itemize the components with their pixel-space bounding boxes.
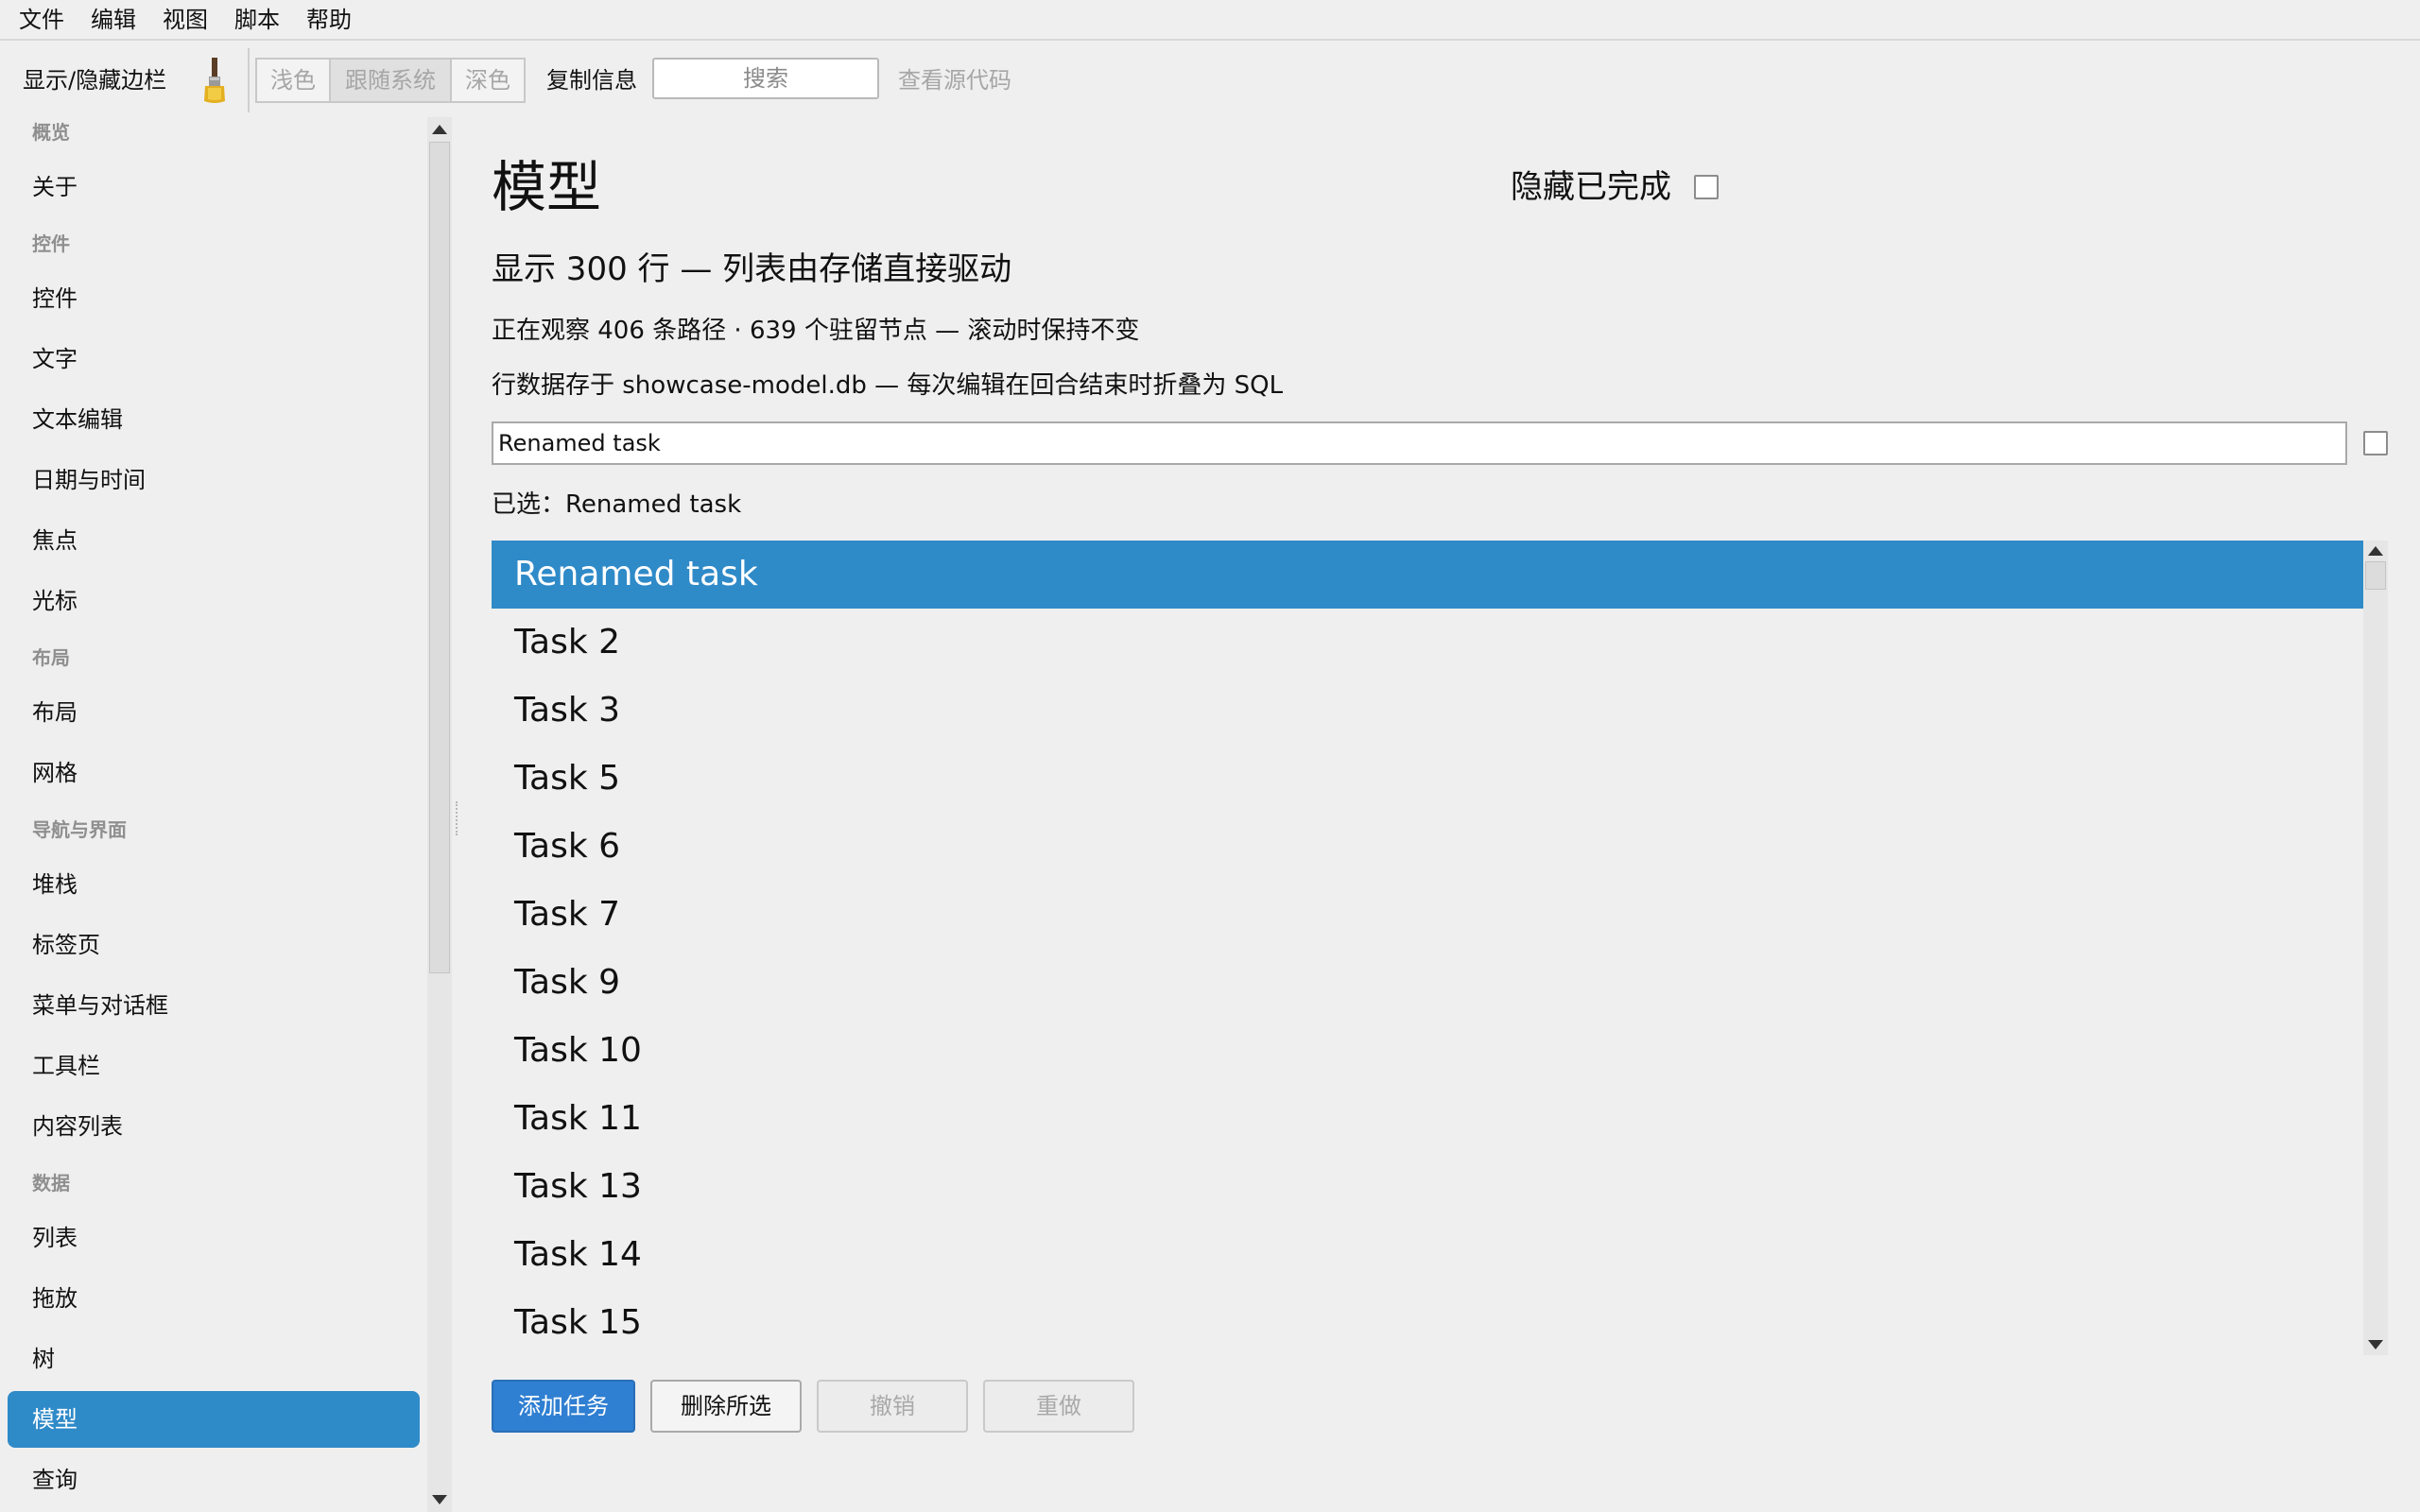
scroll-down-icon[interactable] xyxy=(2368,1340,2383,1349)
sidebar-item-toolbar[interactable]: 工具栏 xyxy=(32,1047,100,1085)
paintbrush-icon[interactable] xyxy=(200,56,229,105)
menu-view[interactable]: 视图 xyxy=(163,4,208,36)
sidebar-section-navigation: 导航与界面 xyxy=(32,818,127,841)
menu-help[interactable]: 帮助 xyxy=(306,4,352,36)
list-item-label: Task 11 xyxy=(514,1099,642,1138)
observe-info: 正在观察 406 条路径 · 639 个驻留节点 — 滚动时保持不变 xyxy=(492,317,1140,345)
list-item-label: Task 5 xyxy=(514,759,621,798)
list-item-label: Task 6 xyxy=(514,827,621,866)
list-item[interactable]: Task 7 xyxy=(492,881,2363,949)
db-info: 行数据存于 showcase-model.db — 每次编辑在回合结束时折叠为 … xyxy=(492,371,1284,400)
theme-light-button[interactable]: 浅色 xyxy=(255,58,331,103)
sidebar-section-layout: 布局 xyxy=(32,646,70,669)
list-item[interactable]: Task 9 xyxy=(492,949,2363,1017)
list-item-label: Task 13 xyxy=(514,1167,642,1206)
list-item-label: Task 3 xyxy=(514,691,621,730)
undo-button[interactable]: 撤销 xyxy=(817,1380,968,1433)
sidebar-item-cursor[interactable]: 光标 xyxy=(32,582,78,620)
sidebar-item-focus[interactable]: 焦点 xyxy=(32,522,78,559)
sidebar-item-drag-drop[interactable]: 拖放 xyxy=(32,1280,78,1317)
list-item-label: Renamed task xyxy=(514,555,758,593)
sidebar-scroll-thumb[interactable] xyxy=(429,142,450,973)
sidebar-item-grid[interactable]: 网格 xyxy=(32,754,78,792)
list-item[interactable]: Task 11 xyxy=(492,1085,2363,1153)
list-item[interactable]: Renamed task xyxy=(492,541,2363,609)
view-source-button[interactable]: 查看源代码 xyxy=(898,63,1011,97)
scroll-up-icon[interactable] xyxy=(432,125,447,134)
theme-dark-button[interactable]: 深色 xyxy=(450,58,526,103)
sidebar-item-controls[interactable]: 控件 xyxy=(32,280,78,318)
task-list-scrollbar[interactable] xyxy=(2363,541,2388,1355)
list-item[interactable]: Task 6 xyxy=(492,813,2363,881)
scroll-up-icon[interactable] xyxy=(2368,546,2383,556)
sidebar-item-layout[interactable]: 布局 xyxy=(32,694,78,731)
hide-completed-checkbox[interactable] xyxy=(1694,175,1719,199)
list-item[interactable]: Task 10 xyxy=(492,1017,2363,1085)
task-done-checkbox[interactable] xyxy=(2363,431,2388,455)
sidebar-item-query[interactable]: 查询 xyxy=(32,1461,78,1499)
sidebar-section-overview: 概览 xyxy=(32,121,70,144)
list-item-label: Task 7 xyxy=(514,895,621,934)
sidebar-section-controls: 控件 xyxy=(32,232,70,255)
sidebar-item-list[interactable]: 列表 xyxy=(32,1219,78,1257)
sidebar-item-model-label: 模型 xyxy=(32,1406,78,1433)
copy-info-button[interactable]: 复制信息 xyxy=(546,63,637,97)
menu-edit[interactable]: 编辑 xyxy=(91,4,136,36)
list-item-label: Task 10 xyxy=(514,1031,642,1070)
list-item[interactable]: Task 14 xyxy=(492,1221,2363,1289)
menubar: 文件 编辑 视图 脚本 帮助 xyxy=(0,0,2420,41)
sidebar-item-tree[interactable]: 树 xyxy=(32,1340,55,1378)
sidebar-item-menus-dialogs[interactable]: 菜单与对话框 xyxy=(32,987,168,1024)
sidebar-item-text[interactable]: 文字 xyxy=(32,340,78,378)
toolbar: 显示/隐藏边栏 浅色 跟随系统 深色 复制信息 查看源代码 xyxy=(0,43,2420,120)
search-input[interactable] xyxy=(652,58,879,99)
theme-system-button[interactable]: 跟随系统 xyxy=(329,58,452,103)
list-item[interactable]: Task 5 xyxy=(492,745,2363,813)
rows-subtitle: 显示 300 行 — 列表由存储直接驱动 xyxy=(492,250,1012,288)
sidebar: 概览 关于 控件 控件 文字 文本编辑 日期与时间 焦点 光标 布局 布局 网格… xyxy=(0,117,427,1512)
toolbar-separator xyxy=(248,48,250,112)
list-item-label: Task 9 xyxy=(514,963,621,1002)
redo-button[interactable]: 重做 xyxy=(983,1380,1134,1433)
sidebar-item-content-list[interactable]: 内容列表 xyxy=(32,1108,123,1145)
list-item-label: Task 15 xyxy=(514,1303,642,1342)
sidebar-item-stack[interactable]: 堆栈 xyxy=(32,866,78,903)
menu-file[interactable]: 文件 xyxy=(19,4,64,36)
add-task-button[interactable]: 添加任务 xyxy=(492,1380,635,1433)
list-item[interactable]: Task 15 xyxy=(492,1289,2363,1355)
list-item-label: Task 2 xyxy=(514,623,621,662)
task-list-scroll-thumb[interactable] xyxy=(2365,561,2386,590)
delete-selected-button[interactable]: 删除所选 xyxy=(650,1380,802,1433)
list-item[interactable]: Task 13 xyxy=(492,1153,2363,1221)
menu-script[interactable]: 脚本 xyxy=(234,4,280,36)
sidebar-item-tabs[interactable]: 标签页 xyxy=(32,926,100,964)
sidebar-scrollbar[interactable] xyxy=(427,117,452,1512)
sidebar-section-data: 数据 xyxy=(32,1172,70,1194)
list-item[interactable]: Task 3 xyxy=(492,677,2363,745)
scroll-down-icon[interactable] xyxy=(432,1495,447,1504)
sidebar-item-about[interactable]: 关于 xyxy=(32,168,78,206)
task-list: Renamed task Task 2 Task 3 Task 5 Task 6… xyxy=(492,541,2363,1355)
task-name-input[interactable] xyxy=(492,421,2347,465)
hide-completed-label: 隐藏已完成 xyxy=(1511,168,1671,206)
sidebar-item-text-edit[interactable]: 文本编辑 xyxy=(32,401,123,438)
toggle-sidebar-button[interactable]: 显示/隐藏边栏 xyxy=(23,63,166,97)
sidebar-item-date-time[interactable]: 日期与时间 xyxy=(32,461,146,499)
list-item-label: Task 14 xyxy=(514,1235,642,1274)
selected-label: 已选：Renamed task xyxy=(492,490,742,519)
splitter-handle[interactable] xyxy=(456,801,461,835)
page-title: 模型 xyxy=(492,155,602,219)
list-item[interactable]: Task 2 xyxy=(492,609,2363,677)
